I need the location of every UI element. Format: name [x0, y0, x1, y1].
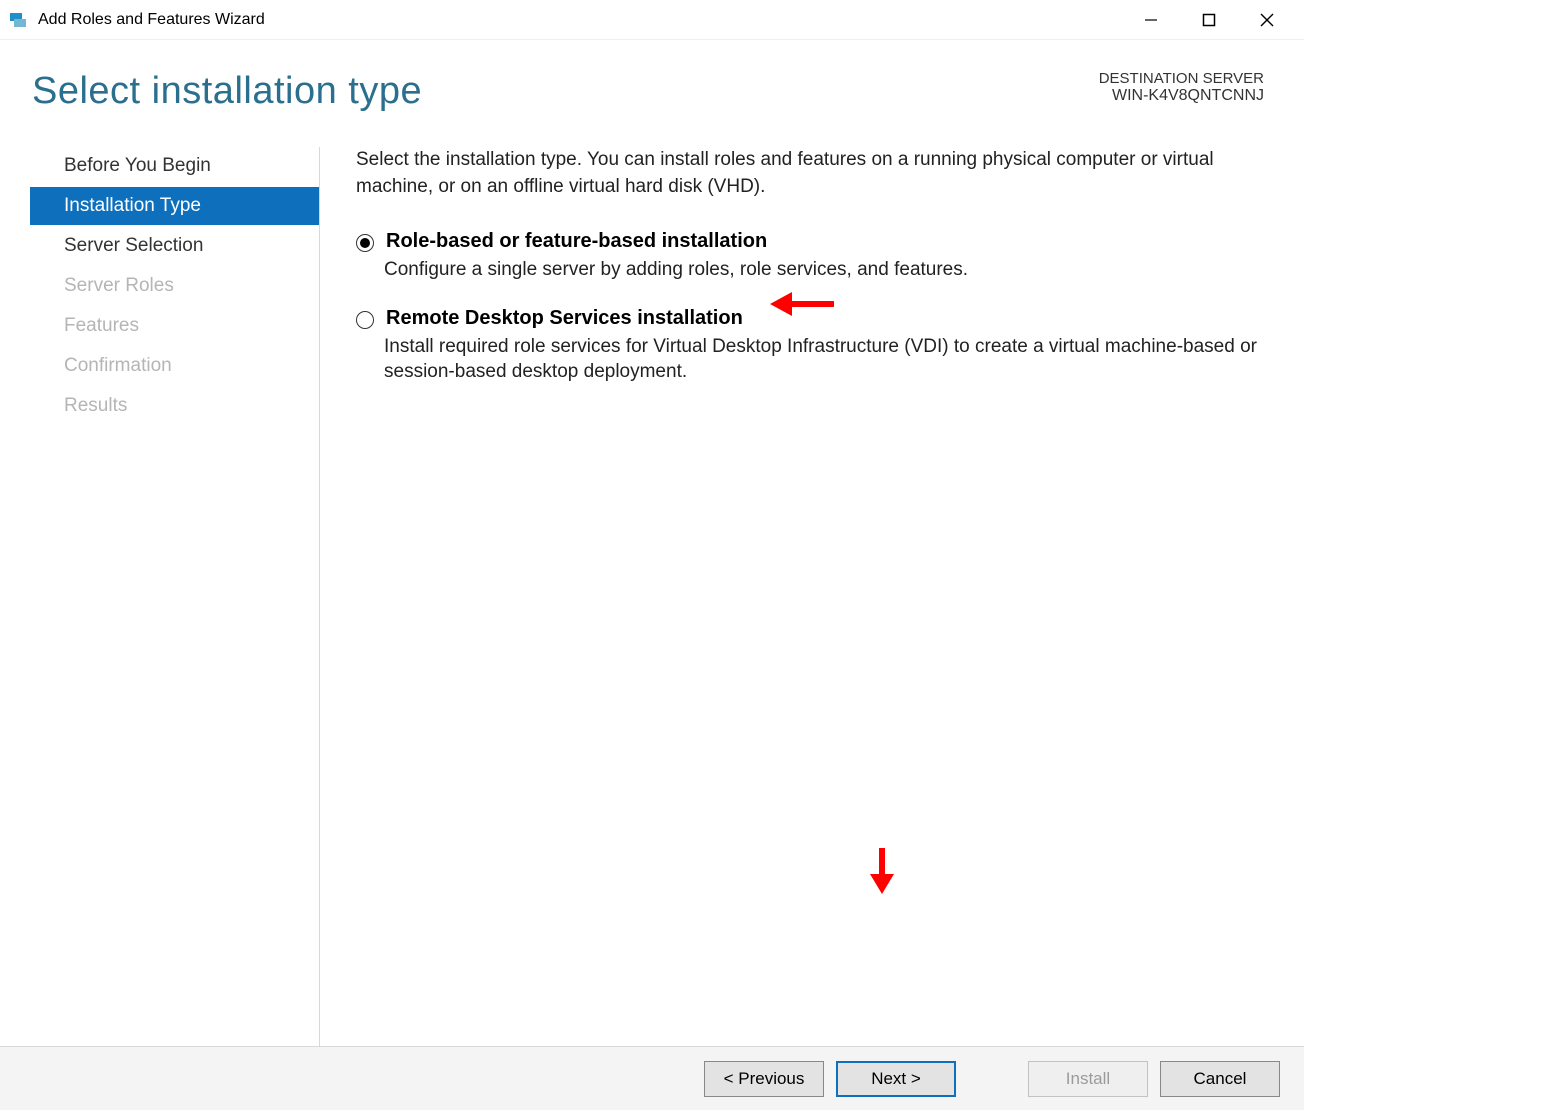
cancel-button[interactable]: Cancel: [1160, 1061, 1280, 1097]
close-button[interactable]: [1238, 0, 1296, 40]
wizard-window: Add Roles and Features Wizard Select ins…: [0, 0, 1304, 1110]
radio-title: Remote Desktop Services installation: [386, 307, 743, 330]
minimize-button[interactable]: [1122, 0, 1180, 40]
annotation-arrow-icon: [770, 292, 838, 316]
server-manager-icon: [8, 10, 28, 30]
radio-title: Role-based or feature-based installation: [386, 230, 767, 253]
sidebar-item-before-you-begin[interactable]: Before You Begin: [30, 147, 319, 185]
intro-text: Select the installation type. You can in…: [356, 147, 1264, 200]
page-heading: Select installation type: [32, 70, 422, 113]
sidebar-item-features: Features: [30, 307, 319, 345]
radio-button[interactable]: [356, 234, 374, 252]
wizard-footer: < Previous Next > Install Cancel: [0, 1046, 1304, 1110]
sidebar-item-results: Results: [30, 387, 319, 425]
sidebar-item-confirmation: Confirmation: [30, 347, 319, 385]
radio-description: Configure a single server by adding role…: [384, 257, 1264, 283]
annotation-arrow-icon: [870, 848, 894, 896]
destination-server: WIN-K4V8QNTCNNJ: [1099, 87, 1264, 105]
radio-option-1[interactable]: Remote Desktop Services installation Inst…: [356, 307, 1264, 385]
radio-content: Role-based or feature-based installation…: [386, 230, 1264, 283]
radio-content: Remote Desktop Services installation Inst…: [386, 307, 1264, 385]
content-area: Select installation type DESTINATION SER…: [0, 40, 1304, 1110]
header-row: Select installation type DESTINATION SER…: [0, 40, 1304, 123]
radio-description: Install required role services for Virtu…: [384, 334, 1264, 385]
main-body: Before You BeginInstallation TypeServer …: [0, 123, 1304, 1110]
destination-label: DESTINATION SERVER: [1099, 70, 1264, 87]
install-button: Install: [1028, 1061, 1148, 1097]
destination-info: DESTINATION SERVER WIN-K4V8QNTCNNJ: [1099, 70, 1264, 105]
radio-button[interactable]: [356, 311, 374, 329]
next-button[interactable]: Next >: [836, 1061, 956, 1097]
maximize-button[interactable]: [1180, 0, 1238, 40]
sidebar-item-installation-type[interactable]: Installation Type: [30, 187, 319, 225]
title-bar: Add Roles and Features Wizard: [0, 0, 1304, 40]
radio-option-0[interactable]: Role-based or feature-based installation…: [356, 230, 1264, 283]
window-controls: [1122, 0, 1296, 40]
sidebar-item-server-selection[interactable]: Server Selection: [30, 227, 319, 265]
previous-button[interactable]: < Previous: [704, 1061, 824, 1097]
window-title: Add Roles and Features Wizard: [38, 11, 1122, 29]
wizard-sidebar: Before You BeginInstallation TypeServer …: [0, 147, 320, 1110]
sidebar-item-server-roles: Server Roles: [30, 267, 319, 305]
